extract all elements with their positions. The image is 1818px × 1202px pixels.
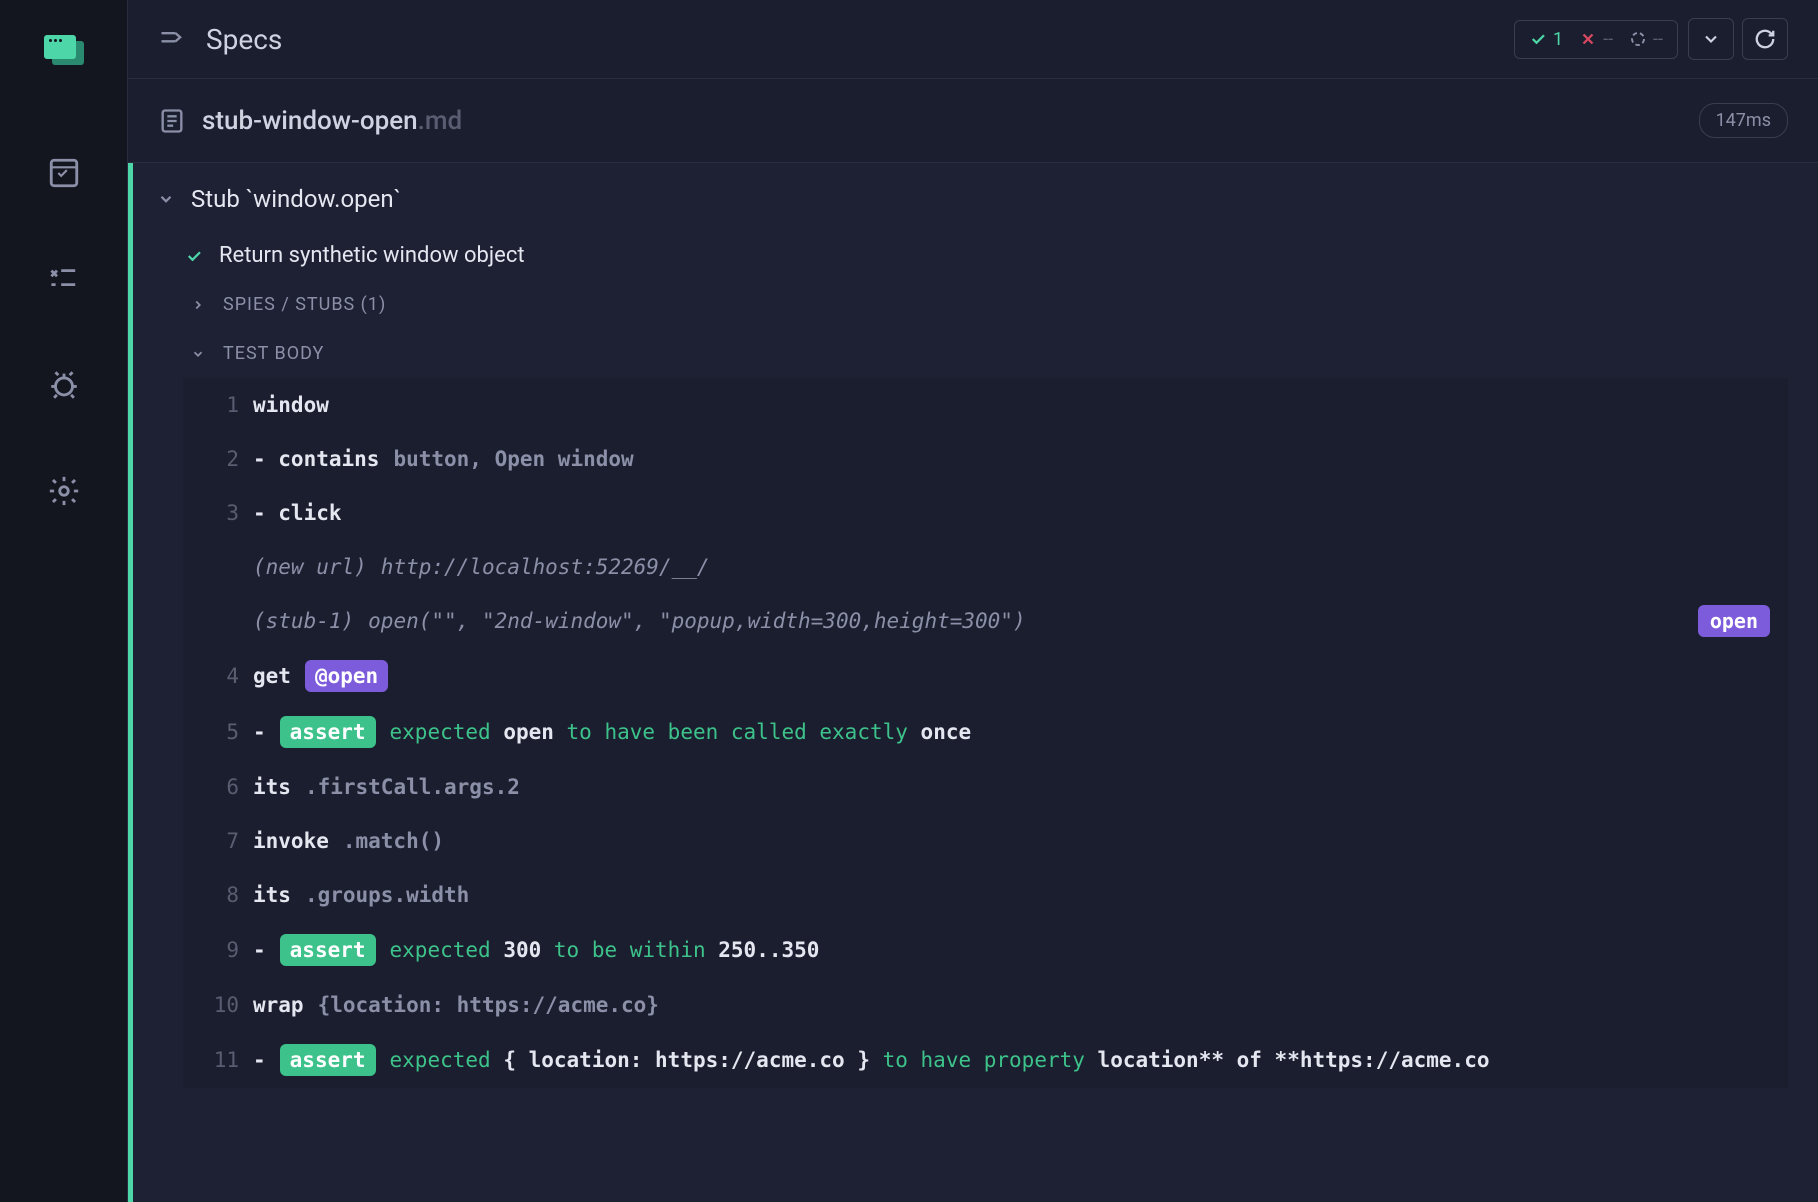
runs-icon[interactable]: [46, 261, 82, 297]
chevron-down-icon: [191, 347, 205, 361]
check-icon: [185, 247, 203, 265]
test-title: Return synthetic window object: [219, 243, 525, 268]
reload-button[interactable]: [1742, 18, 1788, 60]
command-row[interactable]: open(stub-1)open("", "2nd-window", "popu…: [183, 594, 1788, 648]
check-icon: [1529, 30, 1547, 48]
command-row[interactable]: 5 -assertexpected open to have been calle…: [183, 704, 1788, 760]
command-number: 6: [201, 775, 239, 799]
stub-badge: open: [1698, 605, 1770, 637]
failed-count: --: [1603, 29, 1613, 50]
command-row[interactable]: 8 its.groups.width: [183, 868, 1788, 922]
test-container: Stub `window.open` Return synthetic wind…: [128, 163, 1818, 1202]
assert-message: expected open to have been called exactl…: [390, 720, 972, 744]
command-number: 4: [201, 664, 239, 688]
command-content: get@open: [253, 660, 1770, 692]
command-content: (stub-1)open("", "2nd-window", "popup,wi…: [253, 609, 1770, 633]
settings-icon[interactable]: [46, 473, 82, 509]
command-content: -assertexpected { location: https://acme…: [253, 1044, 1770, 1076]
command-number: 1: [201, 393, 239, 417]
assert-message: expected 300 to be within 250..350: [390, 938, 820, 962]
command-number: 11: [201, 1048, 239, 1072]
chevron-right-icon: [191, 298, 205, 312]
command-number: 8: [201, 883, 239, 907]
command-row[interactable]: 9 -assertexpected 300 to be within 250..3…: [183, 922, 1788, 978]
command-number: 3: [201, 501, 239, 525]
command-row[interactable]: 10 wrap{location: https://acme.co}: [183, 978, 1788, 1032]
command-list: 1 window 2 - containsbutton, Open window 3 - …: [183, 378, 1788, 1088]
expand-icon[interactable]: [158, 27, 186, 51]
command-row[interactable]: 2 - containsbutton, Open window: [183, 432, 1788, 486]
pending-icon: [1629, 30, 1647, 48]
x-icon: [1579, 30, 1597, 48]
command-row[interactable]: 11 -assertexpected { location: https://ac…: [183, 1032, 1788, 1088]
command-content: (new url)http://localhost:52269/__/: [253, 555, 1770, 579]
command-row[interactable]: 7 invoke.match(): [183, 814, 1788, 868]
chevron-down-button[interactable]: [1688, 18, 1734, 60]
test-stats: 1 -- --: [1514, 20, 1678, 59]
logo: [44, 35, 84, 65]
command-content: window: [253, 393, 1770, 417]
command-row[interactable]: 1 window: [183, 378, 1788, 432]
command-number: 9: [201, 938, 239, 962]
describe-title: Stub `window.open`: [191, 185, 401, 213]
alias-tag: @open: [305, 660, 388, 692]
assert-tag: assert: [280, 716, 376, 748]
section-body[interactable]: TEST BODY: [133, 329, 1818, 378]
assert-tag: assert: [280, 1044, 376, 1076]
command-content: wrap{location: https://acme.co}: [253, 993, 1770, 1017]
page-title: Specs: [206, 23, 282, 56]
command-row[interactable]: 3 - click: [183, 486, 1788, 540]
command-row[interactable]: (new url)http://localhost:52269/__/: [183, 540, 1788, 594]
command-content: -assertexpected open to have been called…: [253, 716, 1770, 748]
file-name: stub-window-open.md: [202, 106, 462, 136]
command-number: 5: [201, 720, 239, 744]
section-label: TEST BODY: [223, 343, 324, 364]
command-content: -assertexpected 300 to be within 250..35…: [253, 934, 1770, 966]
command-number: 10: [201, 993, 239, 1017]
command-number: 7: [201, 829, 239, 853]
command-content: - containsbutton, Open window: [253, 447, 1770, 471]
chevron-down-icon: [157, 190, 175, 208]
command-content: - click: [253, 501, 1770, 525]
command-content: its.firstCall.args.2: [253, 775, 1770, 799]
file-header: stub-window-open.md 147ms: [128, 79, 1818, 163]
header: Specs 1 -- --: [128, 0, 1818, 79]
section-label: SPIES / STUBS (1): [223, 294, 386, 315]
debug-icon[interactable]: [46, 367, 82, 403]
assert-tag: assert: [280, 934, 376, 966]
pending-count: --: [1653, 29, 1663, 50]
sidebar: [0, 0, 128, 1202]
command-number: 2: [201, 447, 239, 471]
main-content: Specs 1 -- --: [128, 0, 1818, 1202]
command-row[interactable]: 4 get@open: [183, 648, 1788, 704]
file-icon: [158, 107, 186, 135]
test-item[interactable]: Return synthetic window object: [133, 231, 1818, 280]
command-content: its.groups.width: [253, 883, 1770, 907]
command-row[interactable]: 6 its.firstCall.args.2: [183, 760, 1788, 814]
specs-icon[interactable]: [46, 155, 82, 191]
section-spies[interactable]: SPIES / STUBS (1): [133, 280, 1818, 329]
duration-badge: 147ms: [1699, 103, 1788, 138]
describe-block[interactable]: Stub `window.open`: [133, 163, 1818, 231]
assert-message: expected { location: https://acme.co } t…: [390, 1048, 1490, 1072]
passed-count: 1: [1553, 29, 1563, 50]
command-content: invoke.match(): [253, 829, 1770, 853]
